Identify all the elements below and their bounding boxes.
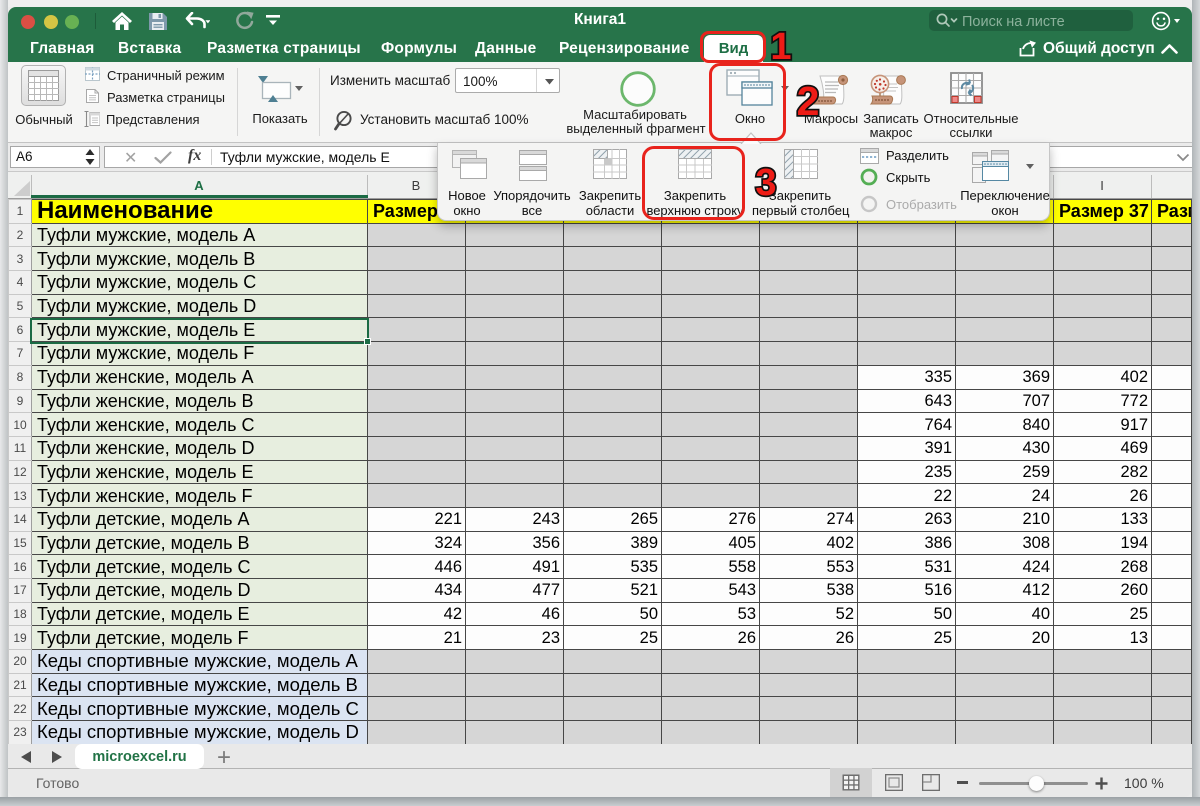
- svg-text:1: 1: [770, 26, 791, 66]
- svg-text:3: 3: [755, 162, 776, 202]
- svg-text:2: 2: [797, 78, 820, 122]
